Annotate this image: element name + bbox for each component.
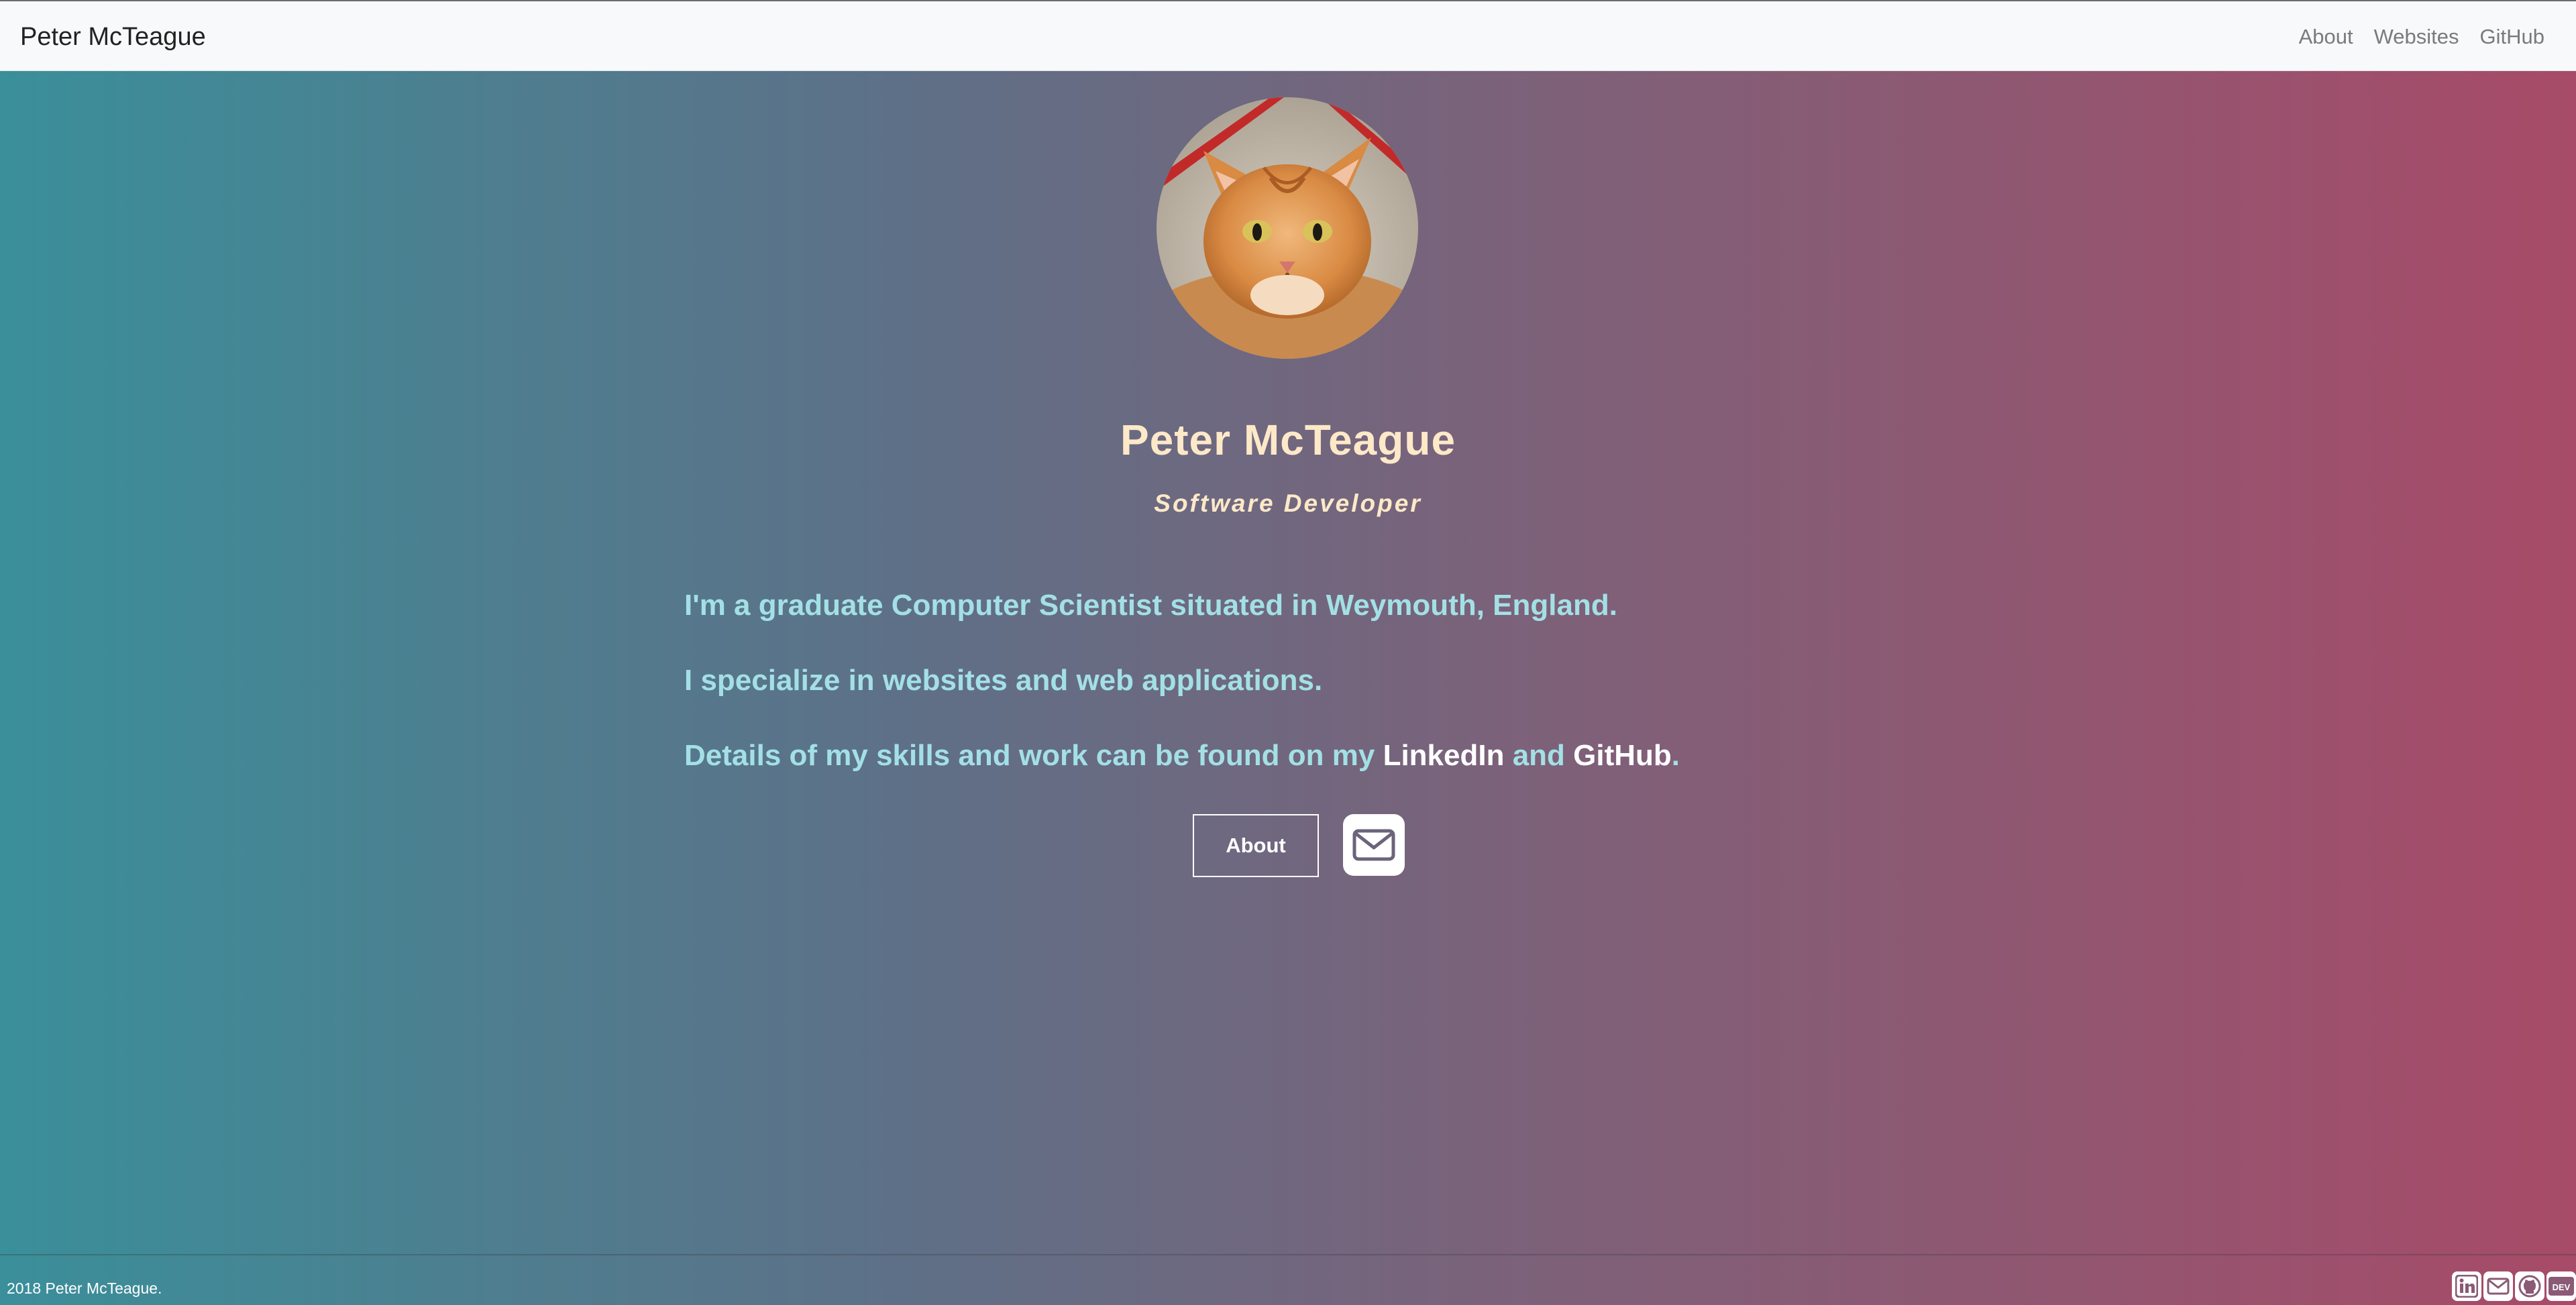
details-paragraph: Details of my skills and work can be fou… <box>684 738 1680 774</box>
social-links: DEV <box>2450 1271 2576 1301</box>
copyright-text: 2018 Peter McTeague. <box>7 1280 162 1297</box>
dev-label: DEV <box>2553 1282 2571 1292</box>
github-icon[interactable] <box>2515 1271 2544 1301</box>
github-link[interactable]: GitHub <box>1573 739 1672 772</box>
intro-paragraph: I'm a graduate Computer Scientist situat… <box>684 589 1617 622</box>
dev-icon[interactable]: DEV <box>2546 1271 2576 1301</box>
hero-name: Peter McTeague <box>1120 416 1456 464</box>
footer-divider <box>0 1254 2576 1255</box>
details-between: and <box>1504 739 1574 772</box>
dev-glyph: DEV <box>2548 1277 2574 1296</box>
linkedin-link[interactable]: LinkedIn <box>1383 739 1505 772</box>
envelope-glyph <box>2487 1278 2510 1295</box>
nav-link-github[interactable]: GitHub <box>2480 24 2544 50</box>
email-icon[interactable] <box>2483 1271 2513 1301</box>
brand-link[interactable]: Peter McTeague <box>20 21 206 52</box>
navbar: Peter McTeague About Websites GitHub <box>0 0 2576 71</box>
linkedin-icon[interactable] <box>2452 1271 2481 1301</box>
cat-photo-image <box>1157 97 1418 359</box>
specialty-paragraph: I specialize in websites and web applica… <box>684 664 1323 697</box>
linkedin-glyph <box>2455 1275 2478 1298</box>
details-prefix: Details of my skills and work can be fou… <box>684 739 1383 772</box>
github-glyph <box>2518 1275 2541 1298</box>
envelope-icon <box>1352 829 1395 861</box>
profile-photo <box>1157 97 1418 359</box>
about-button[interactable]: About <box>1193 814 1319 877</box>
nav-link-websites[interactable]: Websites <box>2374 24 2459 50</box>
email-button[interactable] <box>1343 814 1405 876</box>
details-suffix: . <box>1671 739 1680 772</box>
nav-links: About Websites GitHub <box>2278 24 2544 50</box>
nav-link-about[interactable]: About <box>2299 24 2353 50</box>
hero-role: Software Developer <box>1154 490 1422 517</box>
